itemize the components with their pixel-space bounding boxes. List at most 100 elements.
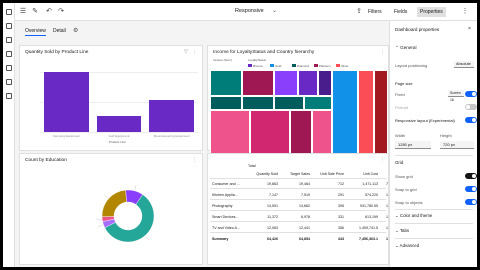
section-general[interactable]: ⌃ General <box>395 45 416 51</box>
fixed-toggle[interactable] <box>465 91 477 97</box>
fields-button[interactable]: Fields <box>391 7 410 17</box>
summary-cell: 64,426 <box>267 237 278 241</box>
height-label: Height <box>440 133 452 138</box>
table-cell: 613,199 <box>365 215 378 219</box>
share-icon[interactable]: ⇪ <box>355 8 363 16</box>
table-group-header: Total <box>248 164 256 168</box>
table-card[interactable]: ⋮ Total Quantity Sold Target Sales Unit Sa… <box>207 153 389 265</box>
fixed-label: Fixed <box>395 92 405 97</box>
legend-swatch <box>336 64 340 67</box>
row-divider <box>210 221 386 222</box>
folder-icon[interactable] <box>6 37 12 43</box>
bar-chart-card[interactable]: Quantity Sold by Product Line ▽ ⋮ Campin… <box>19 45 203 151</box>
donut-card[interactable]: Count by Education ⋮ <box>19 153 203 265</box>
tab-overview[interactable]: Overview <box>25 28 46 36</box>
row-divider <box>210 210 386 211</box>
chevron-down-icon[interactable]: ⌄ <box>272 7 277 14</box>
legend-label: Diamond <box>297 64 310 68</box>
summary-cell: 343 <box>338 237 344 241</box>
table-cell: 14,662 <box>299 204 310 208</box>
more-icon[interactable]: ⋮ <box>380 49 385 55</box>
column-header: Unit Sale Price <box>320 172 344 176</box>
treemap-card[interactable]: Income for LoyaltyStatus and Country hie… <box>207 45 389 154</box>
properties-button[interactable]: Properties <box>417 7 446 17</box>
row-divider <box>210 188 386 189</box>
show-grid-label: Show grid <box>395 174 413 179</box>
table-cell: 356 <box>338 226 344 230</box>
menu-icon[interactable]: ☰ <box>19 8 27 16</box>
width-input[interactable]: 1280 px <box>395 141 431 149</box>
column-header: Quantity Sold <box>256 172 278 176</box>
portrait-toggle[interactable] <box>465 104 477 110</box>
more-icon[interactable]: ⋮ <box>461 8 469 16</box>
section-advanced-label: Advanced <box>399 243 420 248</box>
bar[interactable] <box>96 115 142 132</box>
data-icon[interactable] <box>6 65 12 71</box>
section-tabs[interactable]: ⌄ Tabs <box>395 228 409 234</box>
leader-line <box>103 194 108 199</box>
legend-label: Platinum <box>319 64 331 68</box>
table-cell: 1 <box>386 226 388 230</box>
summary-label: Summary <box>212 237 229 241</box>
search-icon[interactable] <box>6 23 12 29</box>
dashboard-tabs: Overview Detail ⚙ <box>15 21 387 39</box>
height-input[interactable]: 720 px <box>440 141 474 149</box>
redo-icon[interactable]: ↷ <box>57 8 65 16</box>
chart-icon[interactable] <box>6 51 12 57</box>
legend-swatch <box>248 64 252 67</box>
table-cell: 291 <box>338 193 344 197</box>
table-cell: 19,464 <box>299 182 310 186</box>
bar[interactable] <box>44 72 89 132</box>
leader-line <box>97 224 103 227</box>
table-cell: 7,147 <box>269 193 278 197</box>
add-tab-icon[interactable]: ⚙ <box>73 27 78 34</box>
table-cell: 331 <box>338 215 344 219</box>
legend-title: LoyaltyStatus <box>248 58 267 62</box>
responsive-label: Responsive layout (Experimental) <box>395 118 455 123</box>
table-cell: 19,663 <box>267 182 278 186</box>
grid-section: Grid <box>395 160 404 165</box>
snap-to-grid-toggle[interactable] <box>465 186 477 192</box>
legend-label: Gold <box>275 64 282 68</box>
app-window: ☰ ✎ ↶ ↷ Responsive ⌄ ⇪ Filters Fields Pr… <box>3 3 477 267</box>
column-header: Unit Cost <box>363 172 378 176</box>
column-header: Target Sales <box>290 172 310 176</box>
leader-line <box>145 236 150 241</box>
section-advanced[interactable]: ⌄ Advanced <box>395 243 419 249</box>
left-rail <box>3 3 15 267</box>
bookmark-icon[interactable] <box>6 79 12 85</box>
divider <box>395 238 473 239</box>
top-toolbar: ☰ ✎ ↶ ↷ Responsive ⌄ ⇪ Filters Fields Pr… <box>15 3 477 21</box>
bar[interactable] <box>149 100 194 132</box>
fixed-size-select[interactable]: Screen 16 <box>448 90 464 102</box>
divider <box>395 209 473 210</box>
divider <box>395 155 473 156</box>
row-divider <box>210 199 386 200</box>
table-cell: 1 <box>386 204 388 208</box>
page-size-label: Page size <box>395 81 413 86</box>
filters-button[interactable]: Filters <box>365 7 385 17</box>
leader-line <box>96 219 102 221</box>
settings-icon[interactable] <box>6 93 12 99</box>
layout-positioning-select[interactable]: Absolute <box>454 61 474 68</box>
legend-title: Income (Sum) <box>213 58 232 62</box>
responsive-toggle[interactable] <box>465 117 477 123</box>
section-color-theme[interactable]: ⌄ Color and theme <box>395 213 432 219</box>
legend-swatch <box>270 64 274 67</box>
show-grid-toggle[interactable] <box>465 173 477 179</box>
snap-to-objects-toggle[interactable] <box>465 199 477 205</box>
more-icon[interactable]: ⋮ <box>380 157 385 163</box>
row-label: Photography <box>212 204 233 208</box>
donut-slice[interactable] <box>101 189 127 217</box>
edit-icon[interactable]: ✎ <box>31 8 39 16</box>
row-label: TV and Video A... <box>212 226 240 230</box>
close-icon[interactable]: × <box>468 26 471 32</box>
document-title[interactable]: Responsive <box>235 8 264 14</box>
undo-icon[interactable]: ↶ <box>45 8 53 16</box>
table-cell: 6,978 <box>301 215 310 219</box>
row-label: Kitchen Applia... <box>212 193 238 197</box>
home-icon[interactable] <box>6 9 12 15</box>
tab-detail[interactable]: Detail <box>53 28 66 34</box>
width-label: Width <box>395 133 406 138</box>
x-tick-label: Mountaineering Equipment <box>153 134 190 138</box>
